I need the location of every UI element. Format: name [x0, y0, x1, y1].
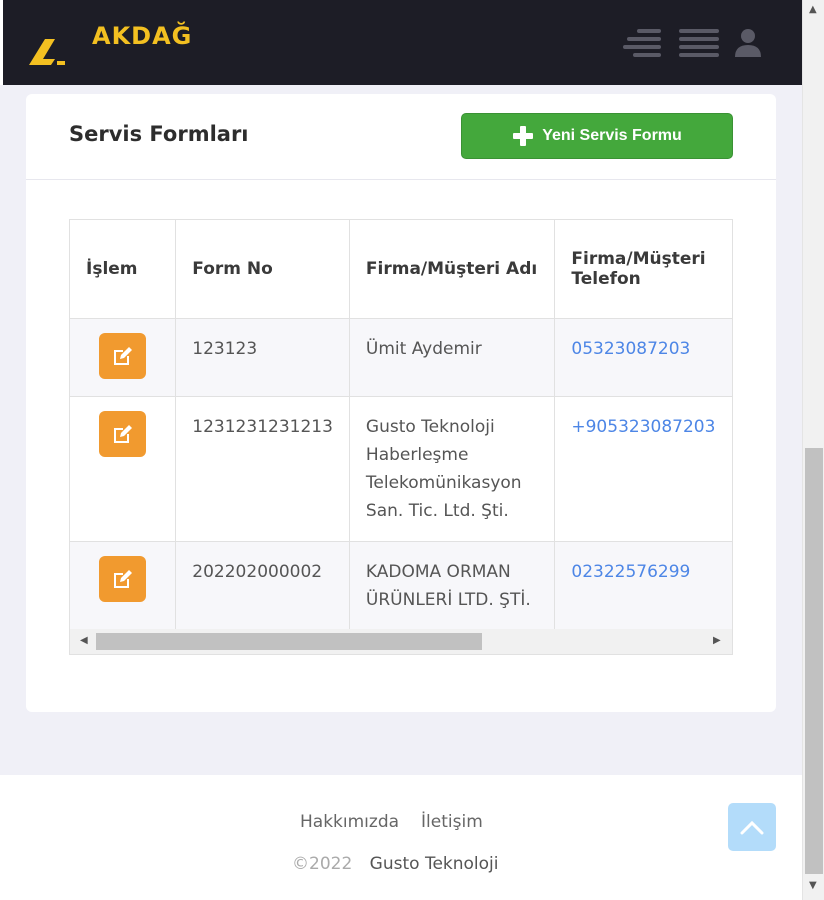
customer-name-cell: KADOMA ORMAN ÜRÜNLERİ LTD. ŞTİ. — [349, 541, 556, 632]
table-container: İşlem Form No Firma/Müşteri Adı Firma/Mü… — [69, 219, 733, 655]
phone-cell: 02322576299 — [554, 541, 732, 632]
action-cell — [70, 396, 177, 542]
header-firma-adi[interactable]: Firma/Müşteri Adı — [349, 220, 556, 319]
footer-copyright: ©2022 Gusto Teknoloji — [292, 854, 499, 874]
navbar: AKDAĞ — [0, 0, 802, 85]
menu-align-icon[interactable] — [623, 27, 663, 59]
footer: Hakkımızda İletişim ©2022 Gusto Teknoloj… — [0, 775, 802, 900]
scroll-right-icon[interactable]: ▶ — [713, 635, 721, 646]
horizontal-scrollbar[interactable]: ◀ ▶ — [70, 629, 732, 654]
service-forms-card: Servis Formları Yeni Servis Formu İşlem … — [26, 94, 776, 712]
phone-cell: +905323087203 — [554, 396, 732, 542]
hamburger-menu-icon[interactable] — [679, 27, 719, 59]
edit-icon — [113, 346, 132, 365]
header-islem[interactable]: İşlem — [70, 220, 177, 319]
scroll-down-icon[interactable]: ▼ — [809, 880, 817, 891]
phone-link[interactable]: +905323087203 — [571, 417, 715, 437]
scroll-left-icon[interactable]: ◀ — [80, 635, 88, 646]
brand-name[interactable]: AKDAĞ — [92, 22, 192, 50]
phone-link[interactable]: 05323087203 — [571, 339, 690, 359]
footer-link-contact[interactable]: İletişim — [421, 812, 483, 832]
card-header: Servis Formları Yeni Servis Formu — [26, 94, 776, 180]
header-form-no[interactable]: Form No — [175, 220, 350, 319]
table-row: 202202000002 KADOMA ORMAN ÜRÜNLERİ LTD. … — [70, 541, 732, 632]
new-service-form-button[interactable]: Yeni Servis Formu — [461, 113, 733, 159]
viewport: AKDAĞ Servis Formları Yeni Servis Formu … — [0, 0, 802, 900]
edit-icon — [113, 569, 132, 588]
form-no-cell: 202202000002 — [175, 541, 350, 632]
vertical-scroll-thumb[interactable] — [805, 448, 823, 874]
form-no-cell: 123123 — [175, 318, 350, 397]
edit-icon — [113, 424, 132, 443]
edit-button[interactable] — [99, 410, 146, 457]
vertical-scrollbar[interactable]: ▲ ▼ — [802, 0, 824, 900]
scroll-up-icon[interactable]: ▲ — [809, 4, 817, 15]
footer-links: Hakkımızda İletişim — [300, 812, 483, 832]
phone-link[interactable]: 02322576299 — [571, 562, 690, 582]
horizontal-scroll-thumb[interactable] — [96, 633, 482, 650]
service-forms-table: İşlem Form No Firma/Müşteri Adı Firma/Mü… — [70, 220, 732, 632]
phone-cell: 05323087203 — [554, 318, 732, 397]
form-no-cell: 1231231231213 — [175, 396, 350, 542]
footer-link-about[interactable]: Hakkımızda — [300, 812, 399, 832]
edit-button[interactable] — [99, 332, 146, 379]
action-cell — [70, 541, 177, 632]
chevron-up-icon — [740, 820, 764, 835]
table-header-row: İşlem Form No Firma/Müşteri Adı Firma/Mü… — [70, 220, 732, 319]
table-row: 123123 Ümit Aydemir 05323087203 — [70, 318, 732, 397]
customer-name-cell: Gusto Teknoloji Haberleşme Telekomünikas… — [349, 396, 556, 542]
action-cell — [70, 318, 177, 397]
page-title: Servis Formları — [69, 122, 249, 146]
user-icon[interactable] — [733, 27, 763, 59]
plus-icon — [513, 126, 534, 146]
table-row: 1231231231213 Gusto Teknoloji Haberleşme… — [70, 396, 732, 542]
new-service-form-label: Yeni Servis Formu — [542, 127, 682, 144]
header-firma-telefon[interactable]: Firma/Müşteri Telefon — [554, 220, 732, 319]
logo-icon — [29, 39, 65, 65]
customer-name-cell: Ümit Aydemir — [349, 318, 556, 397]
edit-button[interactable] — [99, 555, 146, 602]
copyright-year: ©2022 — [292, 854, 353, 874]
scroll-to-top-button[interactable] — [728, 803, 776, 851]
company-link[interactable]: Gusto Teknoloji — [370, 854, 499, 874]
